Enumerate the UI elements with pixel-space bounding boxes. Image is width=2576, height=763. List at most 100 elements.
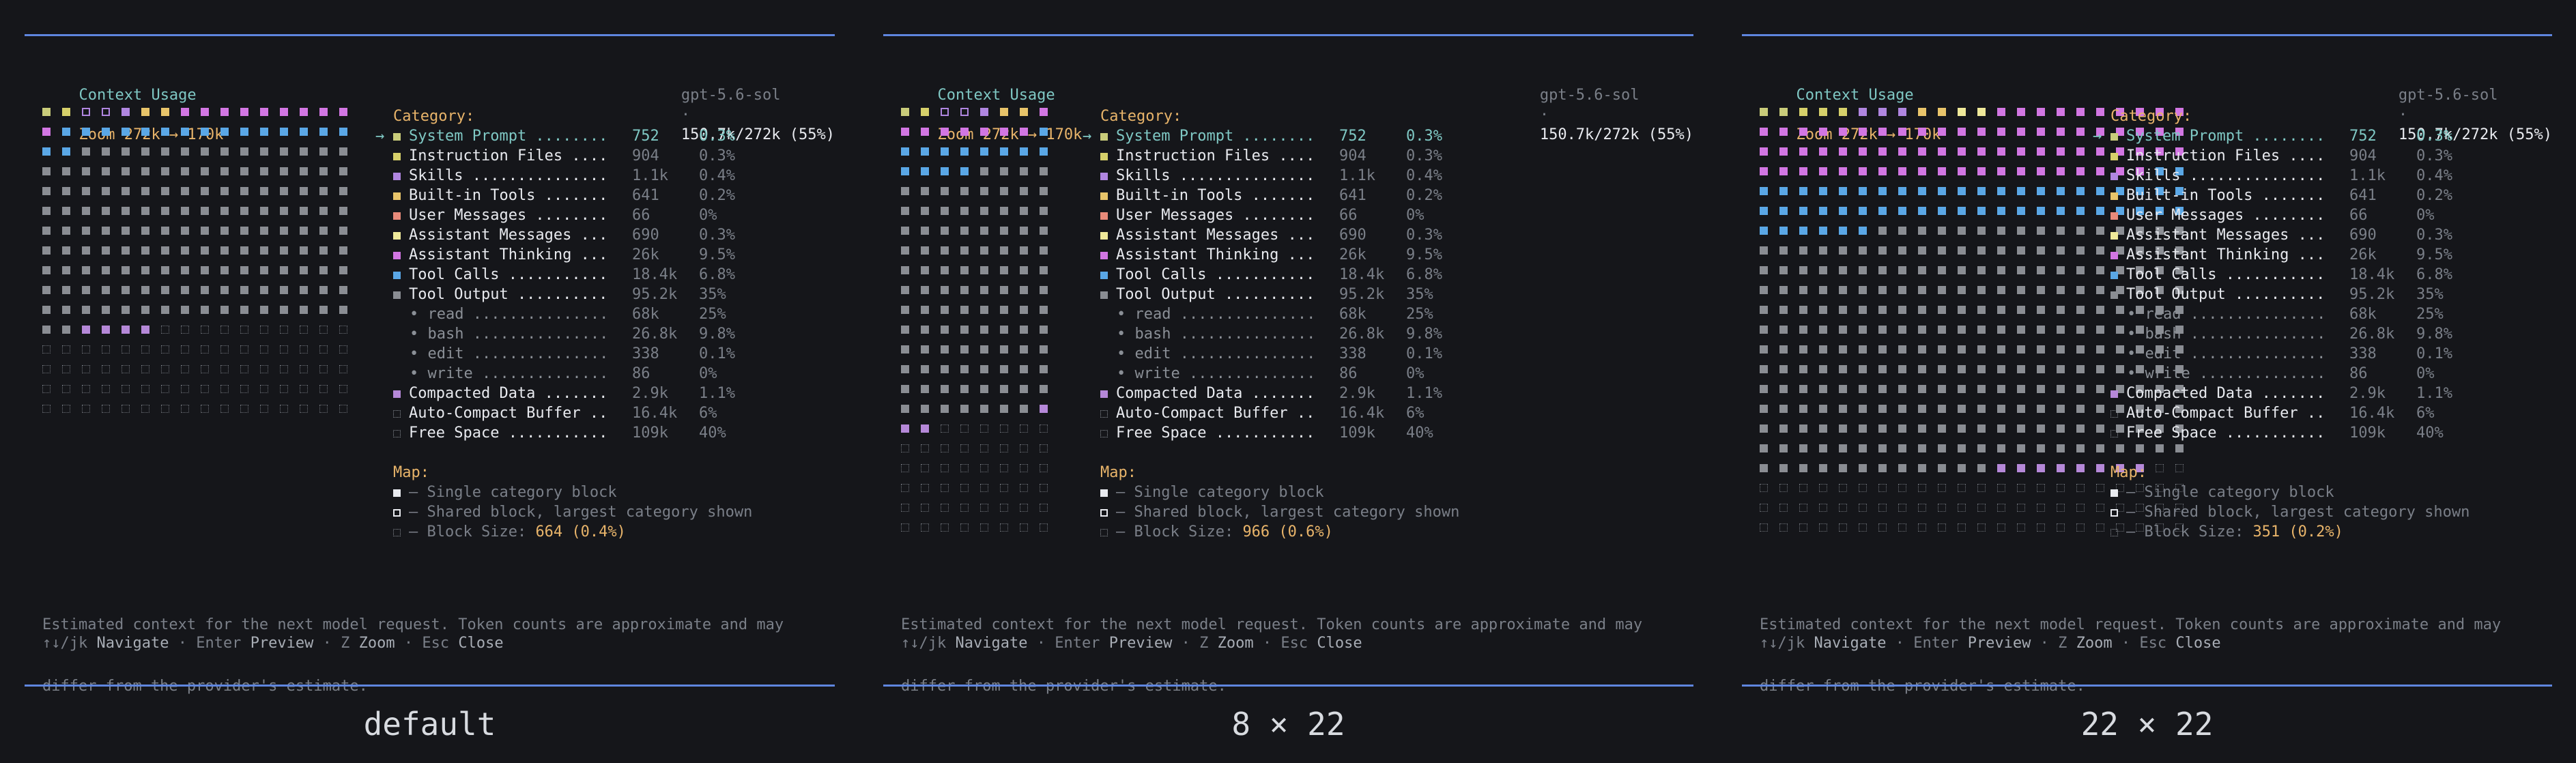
key-hint-close[interactable]: Close <box>2175 635 2220 652</box>
category-label: User Messages ........ <box>2126 207 2325 224</box>
category-row[interactable]: Built-in Tools ....... 641 0.2% <box>2110 186 2470 205</box>
context-block <box>62 365 70 373</box>
category-label: • bash ............... <box>2127 326 2326 343</box>
context-block <box>62 345 70 354</box>
context-block <box>280 108 288 116</box>
context-block <box>1799 108 1807 116</box>
context-block <box>42 405 51 413</box>
context-block <box>980 365 988 373</box>
category-row[interactable]: Compacted Data ....... 2.9k 1.1% <box>1100 384 1459 403</box>
context-block <box>240 326 248 334</box>
category-row[interactable]: Skills ............... 1.1k 0.4% <box>393 166 752 186</box>
category-row[interactable]: Tool Output .......... 95.2k 35% <box>2110 285 2470 304</box>
category-row[interactable]: Auto-Compact Buffer .. 16.4k 6% <box>1100 403 1459 423</box>
zoom-indicator[interactable]: Zoom 272k → 170k <box>937 126 1082 143</box>
category-row[interactable]: Auto-Compact Buffer .. 16.4k 6% <box>393 403 752 423</box>
header-bar: Context Usage · Zoom 272k → 170k gpt-5.6… <box>883 66 1693 143</box>
context-block <box>1000 424 1008 433</box>
context-block <box>901 444 909 452</box>
category-row[interactable]: • bash ............... 26.8k 9.8% <box>1100 324 1459 344</box>
category-row[interactable]: Auto-Compact Buffer .. 16.4k 6% <box>2110 403 2470 423</box>
category-row[interactable]: Free Space ........... 109k 40% <box>2110 423 2470 443</box>
category-row[interactable]: Assistant Messages ... 690 0.3% <box>393 225 752 245</box>
context-block <box>1760 444 1768 452</box>
category-row[interactable]: Built-in Tools ....... 641 0.2% <box>393 186 752 205</box>
key-hint-close[interactable]: Close <box>1317 635 1362 652</box>
context-block <box>2076 128 2085 136</box>
context-block <box>1020 167 1028 175</box>
category-row[interactable]: • edit ............... 338 0.1% <box>1100 344 1459 364</box>
key-hint-preview[interactable]: Preview <box>251 635 314 652</box>
category-row[interactable]: Assistant Messages ... 690 0.3% <box>1100 225 1459 245</box>
category-row[interactable]: Skills ............... 1.1k 0.4% <box>1100 166 1459 186</box>
panel-caption: 22 × 22 <box>2080 706 2214 743</box>
category-row[interactable]: • edit ............... 338 0.1% <box>2110 344 2470 364</box>
category-row[interactable]: Instruction Files .... 904 0.3% <box>393 146 752 166</box>
category-row[interactable]: • edit ............... 338 0.1% <box>393 344 752 364</box>
category-row[interactable]: Instruction Files .... 904 0.3% <box>2110 146 2470 166</box>
category-row[interactable]: • write .............. 86 0% <box>393 364 752 384</box>
category-row[interactable]: • read ............... 68k 25% <box>2110 304 2470 324</box>
category-row[interactable]: Instruction Files .... 904 0.3% <box>1100 146 1459 166</box>
context-block <box>62 286 70 294</box>
key-hint-zoom[interactable]: Zoom <box>2076 635 2113 652</box>
context-block <box>941 405 949 413</box>
key-hint-close[interactable]: Close <box>458 635 503 652</box>
context-block <box>1040 464 1048 472</box>
category-row[interactable]: Assistant Thinking ... 26k 9.5% <box>2110 245 2470 265</box>
context-block <box>1760 484 1768 492</box>
context-block <box>921 444 929 452</box>
context-block <box>121 385 130 393</box>
category-row[interactable]: • read ............... 68k 25% <box>1100 304 1459 324</box>
category-tokens: 26k <box>632 246 659 263</box>
context-block <box>1779 306 1788 314</box>
key-hint-preview[interactable]: Preview <box>1968 635 2031 652</box>
category-row[interactable]: Assistant Thinking ... 26k 9.5% <box>1100 245 1459 265</box>
context-block <box>141 147 149 156</box>
category-row[interactable]: • write .............. 86 0% <box>2110 364 2470 384</box>
category-row[interactable]: User Messages ........ 66 0% <box>393 205 752 225</box>
key-hint-navigate[interactable]: Navigate <box>955 635 1027 652</box>
category-label: Built-in Tools ....... <box>409 187 608 204</box>
category-row[interactable]: • write .............. 86 0% <box>1100 364 1459 384</box>
context-block <box>1997 246 2005 255</box>
category-label: • write .............. <box>1117 365 1316 382</box>
category-row[interactable]: • read ............... 68k 25% <box>393 304 752 324</box>
category-row[interactable]: Tool Calls ........... 18.4k 6.8% <box>2110 265 2470 285</box>
category-row[interactable]: Tool Calls ........... 18.4k 6.8% <box>393 265 752 285</box>
category-row[interactable]: Skills ............... 1.1k 0.4% <box>2110 166 2470 186</box>
category-tokens: 95.2k <box>2349 286 2395 303</box>
category-row[interactable]: • bash ............... 26.8k 9.8% <box>393 324 752 344</box>
key-hint-zoom[interactable]: Zoom <box>1218 635 1254 652</box>
category-row[interactable]: • bash ............... 26.8k 9.8% <box>2110 324 2470 344</box>
category-row[interactable]: Compacted Data ....... 2.9k 1.1% <box>393 384 752 403</box>
context-block <box>2076 227 2085 235</box>
category-row[interactable]: → System Prompt ........ 752 0.3% <box>375 126 752 146</box>
category-row[interactable]: Compacted Data ....... 2.9k 1.1% <box>2110 384 2470 403</box>
category-row[interactable]: Tool Output .......... 95.2k 35% <box>393 285 752 304</box>
category-percent: 6% <box>2416 405 2435 422</box>
context-block <box>1997 266 2005 274</box>
category-row[interactable]: Free Space ........... 109k 40% <box>1100 423 1459 443</box>
context-block <box>1779 365 1788 373</box>
category-row[interactable]: → System Prompt ........ 752 0.3% <box>2093 126 2470 146</box>
category-row[interactable]: Tool Calls ........... 18.4k 6.8% <box>1100 265 1459 285</box>
category-row[interactable]: User Messages ........ 66 0% <box>2110 205 2470 225</box>
category-row[interactable]: Tool Output .......... 95.2k 35% <box>1100 285 1459 304</box>
key-hint-navigate[interactable]: Navigate <box>1814 635 1886 652</box>
context-block <box>2057 266 2065 274</box>
context-block <box>1000 306 1008 314</box>
category-row[interactable]: User Messages ........ 66 0% <box>1100 205 1459 225</box>
key-hint-preview[interactable]: Preview <box>1109 635 1173 652</box>
key-hint-zoom[interactable]: Zoom <box>359 635 395 652</box>
category-row[interactable]: Assistant Thinking ... 26k 9.5% <box>393 245 752 265</box>
category-row[interactable]: → System Prompt ........ 752 0.3% <box>1083 126 1459 146</box>
category-row[interactable]: Free Space ........... 109k 40% <box>393 423 752 443</box>
category-row[interactable]: Built-in Tools ....... 641 0.2% <box>1100 186 1459 205</box>
context-block <box>240 385 248 393</box>
category-row[interactable]: Assistant Messages ... 690 0.3% <box>2110 225 2470 245</box>
context-block <box>82 187 90 195</box>
note-line-2: differ from the provider's estimate. <box>42 676 784 697</box>
key-hint-navigate[interactable]: Navigate <box>96 635 169 652</box>
context-block <box>1799 167 1807 175</box>
